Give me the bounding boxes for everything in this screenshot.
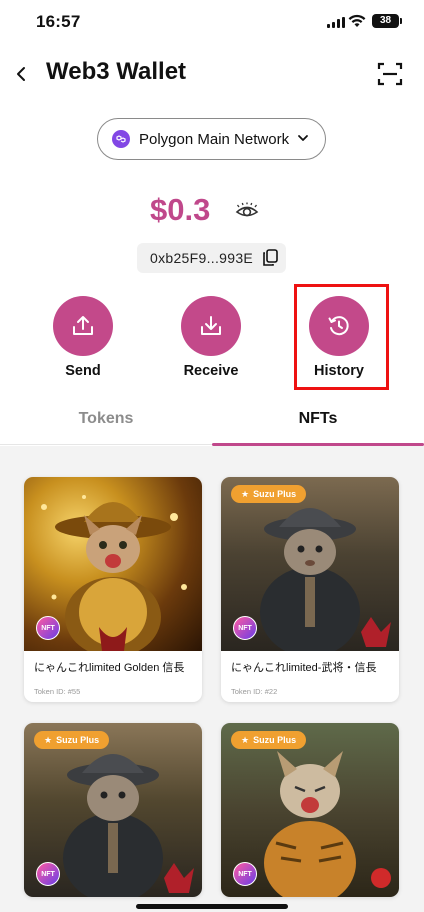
suzu-plus-badge: ★ Suzu Plus	[231, 731, 307, 749]
status-bar: 16:57 38	[0, 0, 424, 44]
receive-button[interactable]: Receive	[171, 296, 251, 379]
status-time: 16:57	[36, 12, 81, 31]
network-selector[interactable]: Polygon Main Network	[97, 118, 326, 160]
nft-info: にゃんこれlimited Golden 信長 Token ID: #55	[24, 651, 202, 702]
wallet-address-text: 0xb25F9...993E	[150, 250, 254, 266]
receive-icon	[181, 296, 241, 356]
signal-icon	[327, 17, 345, 28]
web3-wallet-screen: 16:57 38 Web3 Wallet Polygon Main Networ…	[0, 0, 424, 912]
star-icon: ★	[241, 488, 250, 499]
send-label: Send	[65, 363, 101, 379]
wallet-address[interactable]: 0xb25F9...993E	[137, 243, 286, 273]
eye-icon[interactable]	[235, 202, 259, 220]
badge-label: Suzu Plus	[253, 489, 297, 499]
receive-label: Receive	[183, 363, 239, 379]
badge-label: Suzu Plus	[253, 735, 297, 745]
asset-tabs: Tokens NFTs	[0, 400, 424, 446]
tab-nfts[interactable]: NFTs	[212, 410, 424, 428]
nft-type-badge: NFT	[36, 616, 60, 640]
tab-tokens[interactable]: Tokens	[0, 410, 212, 428]
nft-name: にゃんこれlimited Golden 信長	[34, 662, 185, 674]
nft-image: ★ Suzu Plus NFT	[24, 723, 202, 897]
home-indicator	[136, 904, 288, 909]
star-icon: ★	[241, 734, 250, 745]
badge-label: Suzu Plus	[56, 735, 100, 745]
nft-type-badge: NFT	[233, 616, 257, 640]
polygon-icon	[112, 130, 130, 148]
page-title: Web3 Wallet	[46, 58, 187, 85]
wifi-icon	[348, 14, 366, 27]
nft-card[interactable]: ★ Suzu Plus NFT にゃんこれlimited-武将・信長 Token …	[221, 477, 399, 702]
copy-icon[interactable]	[262, 249, 278, 267]
nft-type-badge: NFT	[36, 862, 60, 886]
send-button[interactable]: Send	[43, 296, 123, 379]
nft-card[interactable]: NFT にゃんこれlimited Golden 信長 Token ID: #55	[24, 477, 202, 702]
nft-type-badge: NFT	[233, 862, 257, 886]
balance-amount: $0.3	[150, 192, 211, 227]
nft-image: ★ Suzu Plus NFT	[221, 723, 399, 897]
history-highlight-box	[294, 284, 389, 390]
back-arrow-icon[interactable]	[10, 60, 32, 88]
nft-token-id: Token ID: #22	[231, 687, 278, 696]
header: Web3 Wallet	[0, 52, 424, 96]
nft-image: NFT	[24, 477, 202, 651]
suzu-plus-badge: ★ Suzu Plus	[231, 485, 307, 503]
battery-icon: 38	[372, 14, 402, 28]
chevron-down-icon	[298, 135, 308, 141]
suzu-plus-badge: ★ Suzu Plus	[34, 731, 110, 749]
nft-card[interactable]: ★ Suzu Plus NFT	[24, 723, 202, 897]
send-icon	[53, 296, 113, 356]
nft-info: にゃんこれlimited-武将・信長 Token ID: #22	[221, 651, 399, 702]
nft-grid: NFT にゃんこれlimited Golden 信長 Token ID: #55	[0, 446, 424, 912]
nft-card[interactable]: ★ Suzu Plus NFT	[221, 723, 399, 897]
network-label: Polygon Main Network	[139, 130, 290, 148]
nft-name: にゃんこれlimited-武将・信長	[231, 662, 377, 674]
nft-token-id: Token ID: #55	[34, 687, 81, 696]
star-icon: ★	[44, 734, 53, 745]
nft-image: ★ Suzu Plus NFT	[221, 477, 399, 651]
scan-qr-icon[interactable]	[377, 62, 403, 86]
